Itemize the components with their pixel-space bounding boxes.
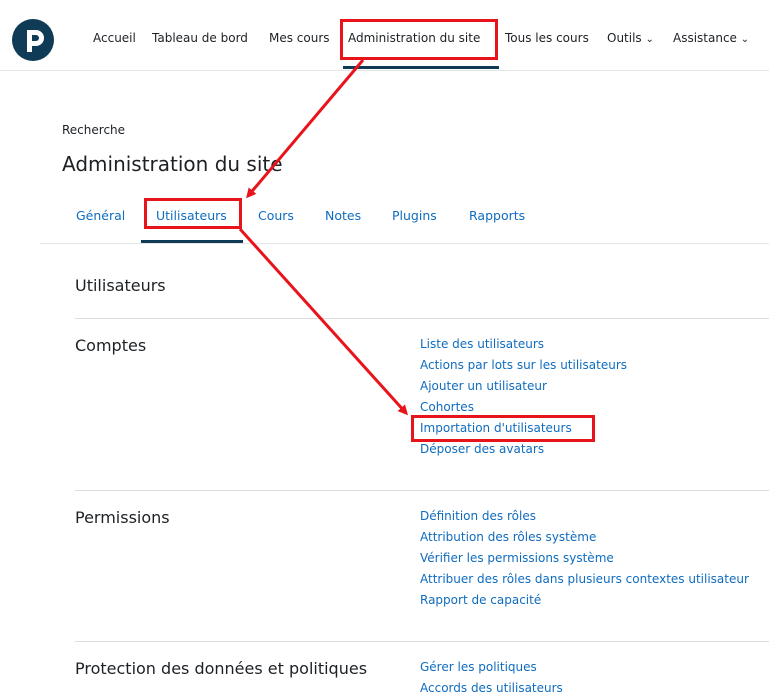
arrow-to-utilisateurs-tab [246, 59, 365, 199]
arrow-to-importation [238, 227, 409, 416]
annotation-arrows [238, 59, 409, 416]
